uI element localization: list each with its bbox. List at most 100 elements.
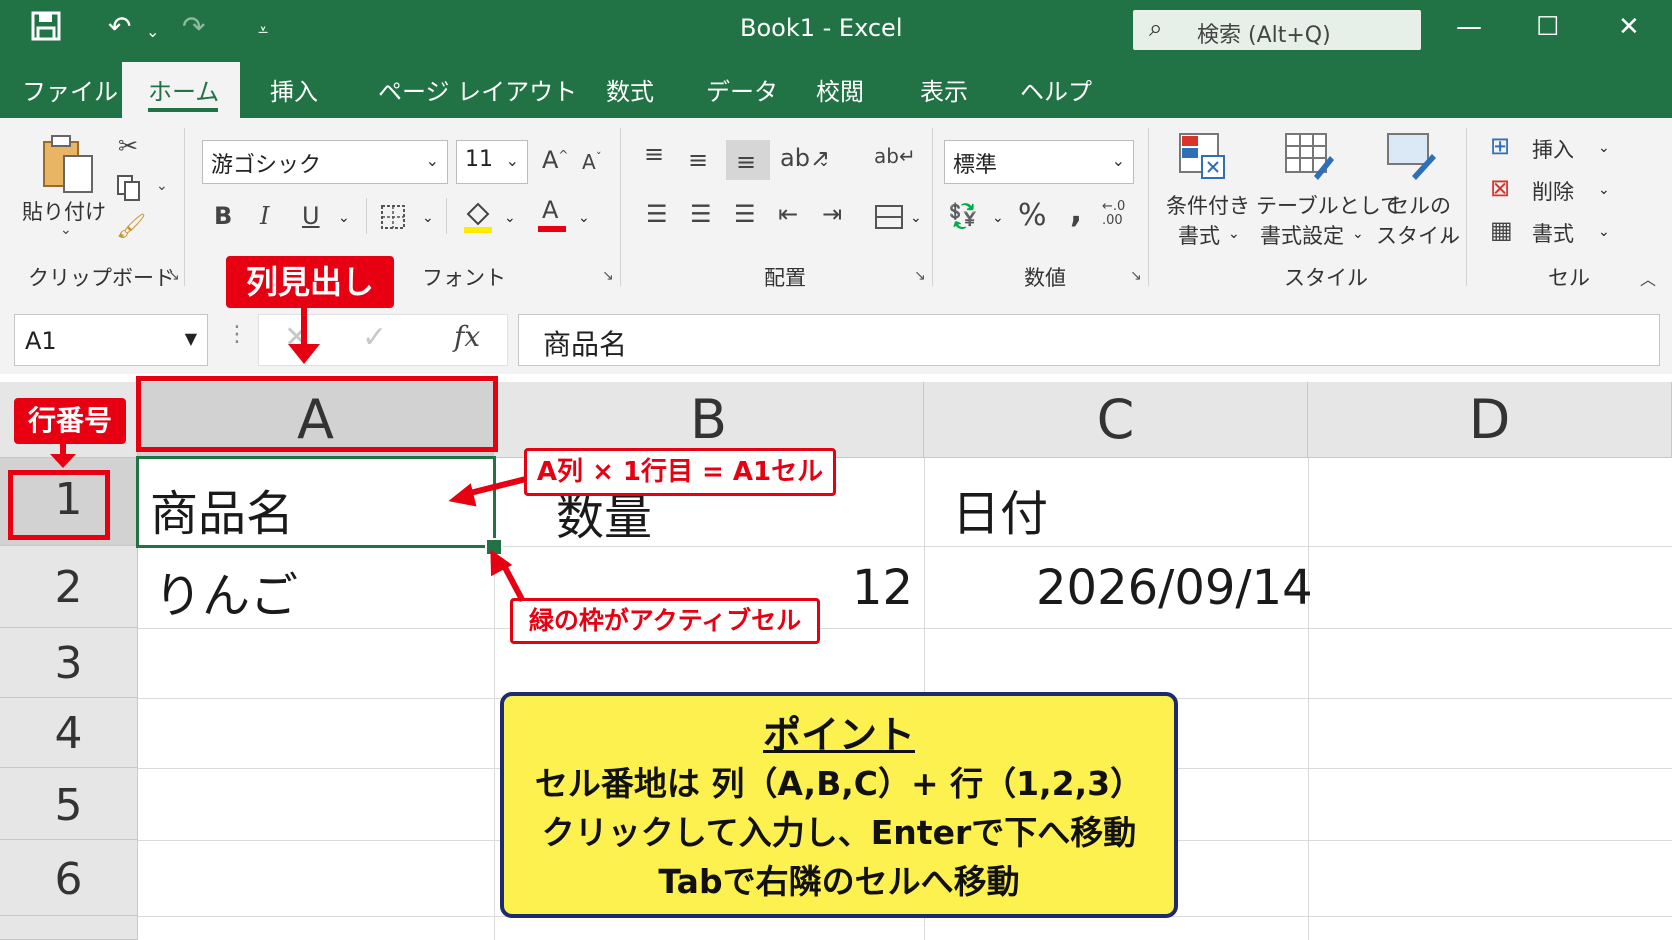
accounting-dropdown-icon[interactable]: ⌄ xyxy=(992,210,1004,226)
tab-formulas[interactable]: 数式 xyxy=(606,72,654,107)
font-name-select[interactable]: 游ゴシック ⌄ xyxy=(202,140,448,184)
number-launcher-icon[interactable]: ↘ xyxy=(1130,268,1142,284)
align-center-icon[interactable]: ☰ xyxy=(690,200,712,228)
more-options-icon[interactable]: ⋮ xyxy=(226,322,248,347)
conditional-dropdown-icon[interactable]: ⌄ xyxy=(1228,226,1240,242)
merge-center-icon[interactable] xyxy=(874,204,904,234)
column-header-d[interactable]: D xyxy=(1308,382,1672,458)
font-group-label: フォント xyxy=(422,266,506,290)
align-middle-icon[interactable]: ≡ xyxy=(688,146,708,174)
clipboard-launcher-icon[interactable]: ↘ xyxy=(168,268,180,284)
search-input[interactable]: ⌕ 検索 (Alt+Q) xyxy=(1133,10,1421,50)
cell-c1[interactable]: 日付 xyxy=(952,474,1048,544)
paste-icon[interactable] xyxy=(40,134,96,200)
tab-file[interactable]: ファイル xyxy=(22,72,118,107)
tab-review[interactable]: 校閲 xyxy=(816,72,864,107)
copy-dropdown-icon[interactable]: ⌄ xyxy=(156,178,168,194)
tab-data[interactable]: データ xyxy=(706,72,778,107)
cell-b2[interactable]: 12 xyxy=(852,560,913,616)
cell-styles-dropdown-icon[interactable]: ⌄ xyxy=(1442,226,1454,242)
underline-button[interactable]: U xyxy=(302,202,320,230)
copy-icon[interactable] xyxy=(116,174,142,206)
point-title: ポイント xyxy=(762,713,915,757)
insert-dropdown-icon[interactable]: ⌄ xyxy=(1598,140,1610,156)
redo-icon[interactable]: ↷ xyxy=(182,10,205,43)
insert-function-button[interactable]: fx xyxy=(454,320,480,353)
wrap-text-icon[interactable]: ab↵ xyxy=(874,144,916,168)
delete-dropdown-icon[interactable]: ⌄ xyxy=(1598,182,1610,198)
cell-a2[interactable]: りんご xyxy=(154,556,298,626)
decrease-indent-icon[interactable]: ⇤ xyxy=(778,200,798,228)
delete-cells-icon[interactable]: ⊠ xyxy=(1490,174,1510,202)
fill-color-dropdown-icon[interactable]: ⌄ xyxy=(504,210,516,226)
tab-help[interactable]: ヘルプ xyxy=(1020,72,1092,107)
undo-icon[interactable]: ↶ xyxy=(108,10,131,43)
font-color-dropdown-icon[interactable]: ⌄ xyxy=(578,210,590,226)
number-format-select[interactable]: 標準 ⌄ xyxy=(944,140,1134,184)
conditional-formatting-line2[interactable]: 書式 xyxy=(1178,220,1220,250)
column-header-b[interactable]: B xyxy=(494,382,924,458)
percent-style-button[interactable]: % xyxy=(1018,198,1047,233)
orientation-dropdown-icon[interactable]: ⌄ xyxy=(818,154,830,170)
row-header-6[interactable]: 6 xyxy=(0,840,138,916)
increase-font-size-icon[interactable]: A^ xyxy=(542,146,568,174)
insert-cells-button[interactable]: 挿入 xyxy=(1532,134,1574,164)
row-header-3[interactable]: 3 xyxy=(0,628,138,698)
format-painter-icon[interactable]: 🖌 xyxy=(116,212,146,240)
insert-cells-icon[interactable]: ⊞ xyxy=(1490,132,1510,160)
format-as-table-line2[interactable]: 書式設定 xyxy=(1260,220,1344,250)
borders-icon[interactable] xyxy=(380,204,406,234)
underline-dropdown-icon[interactable]: ⌄ xyxy=(338,210,350,226)
tab-home[interactable]: ホーム xyxy=(122,62,240,118)
italic-button[interactable]: I xyxy=(260,202,269,230)
close-button[interactable]: ✕ xyxy=(1618,12,1640,42)
font-launcher-icon[interactable]: ↘ xyxy=(602,268,614,284)
cell-c2[interactable]: 2026/09/14 xyxy=(1036,560,1313,616)
format-as-table-icon[interactable] xyxy=(1284,132,1334,184)
name-box[interactable]: A1 ▼ xyxy=(14,314,208,366)
format-as-table-dropdown-icon[interactable]: ⌄ xyxy=(1352,226,1364,242)
tab-view[interactable]: 表示 xyxy=(920,72,968,107)
delete-cells-button[interactable]: 削除 xyxy=(1532,176,1574,206)
maximize-button[interactable]: ☐ xyxy=(1536,12,1559,42)
row-header-7[interactable] xyxy=(0,916,138,940)
conditional-formatting-line1[interactable]: 条件付き xyxy=(1166,190,1250,220)
format-as-table-line1[interactable]: テーブルとして xyxy=(1256,190,1401,220)
increase-indent-icon[interactable]: ⇥ xyxy=(822,200,842,228)
align-top-icon[interactable]: ≡ xyxy=(644,140,664,168)
format-cells-icon[interactable]: ▦ xyxy=(1490,216,1513,244)
comma-style-button[interactable]: , xyxy=(1070,192,1082,230)
cut-icon[interactable]: ✂ xyxy=(118,132,138,160)
row-header-4[interactable]: 4 xyxy=(0,698,138,768)
confirm-entry-icon[interactable]: ✓ xyxy=(362,320,387,355)
align-bottom-button[interactable]: ≡ xyxy=(726,140,770,180)
formula-input[interactable]: 商品名 xyxy=(518,314,1660,366)
bold-button[interactable]: B xyxy=(214,202,232,230)
format-dropdown-icon[interactable]: ⌄ xyxy=(1598,224,1610,240)
undo-dropdown-icon[interactable]: ⌄ xyxy=(146,22,159,41)
collapse-ribbon-icon[interactable]: ︿ xyxy=(1640,266,1656,290)
format-cells-button[interactable]: 書式 xyxy=(1532,218,1574,248)
alignment-launcher-icon[interactable]: ↘ xyxy=(914,268,926,284)
font-size-select[interactable]: 11 ⌄ xyxy=(456,140,528,184)
column-header-c[interactable]: C xyxy=(924,382,1308,458)
minimize-button[interactable]: — xyxy=(1456,12,1482,42)
tab-insert[interactable]: 挿入 xyxy=(270,72,318,107)
tab-page-layout[interactable]: ページ レイアウト xyxy=(378,72,577,107)
decrease-font-size-icon[interactable]: Aˇ xyxy=(582,150,602,174)
save-icon[interactable] xyxy=(30,10,62,50)
fill-color-icon[interactable] xyxy=(462,200,494,238)
accounting-format-icon[interactable]: 💱 xyxy=(948,202,978,230)
row-header-2[interactable]: 2 xyxy=(0,546,138,628)
paste-dropdown-icon[interactable]: ⌄ xyxy=(60,222,72,238)
row-header-5[interactable]: 5 xyxy=(0,768,138,840)
customize-quick-access-icon[interactable]: ⩡ xyxy=(258,20,268,41)
align-right-icon[interactable]: ☰ xyxy=(734,200,756,228)
merge-dropdown-icon[interactable]: ⌄ xyxy=(910,210,922,226)
cell-styles-line1[interactable]: セルの xyxy=(1388,190,1451,220)
increase-decimal-icon[interactable]: ←.0.00 xyxy=(1102,200,1125,228)
conditional-formatting-icon[interactable] xyxy=(1178,132,1226,184)
align-left-icon[interactable]: ☰ xyxy=(646,200,668,228)
cell-styles-icon[interactable] xyxy=(1386,132,1436,184)
borders-dropdown-icon[interactable]: ⌄ xyxy=(422,210,434,226)
